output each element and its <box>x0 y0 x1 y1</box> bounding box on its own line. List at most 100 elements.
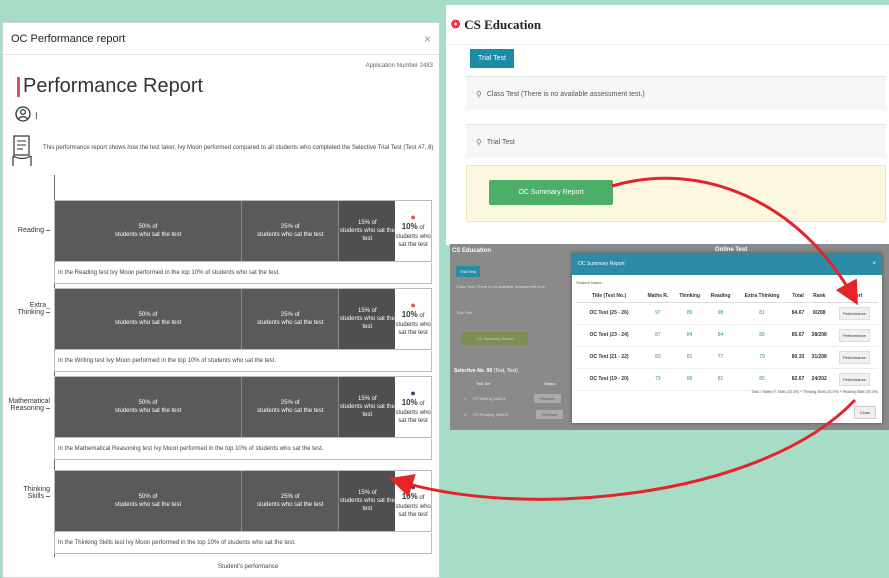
cell-rank: 24/202 <box>807 368 831 391</box>
bg-selective-no: Selective No. 08 (Test, Test) <box>454 368 518 374</box>
close-button[interactable]: Close <box>853 406 876 419</box>
table-row: OC Test (23 - 24) 87 84 84 89 85.67 38/2… <box>576 324 878 347</box>
segment-10-marked: ● 10% of students who sat the test <box>395 201 431 261</box>
segment-15: 15% of students who sat the test <box>339 289 396 349</box>
segment-25: 25% of students who sat the test <box>242 289 340 349</box>
document-icon <box>11 134 33 168</box>
user-name: I <box>35 111 38 122</box>
cell-title: OC Test (19 - 20) <box>576 368 642 391</box>
bg-trial-test: Trial Test <box>456 310 473 315</box>
oc-summary-modal: OC Summary Report × Student Name : Title… <box>572 253 882 423</box>
search-icon: ⚲ <box>476 89 482 99</box>
cell-title: OC Test (25 - 26) <box>576 302 642 325</box>
segment-25: 25% of students who sat the test <box>242 377 340 437</box>
trial-test-label: Trial Test <box>486 138 515 146</box>
close-icon[interactable]: × <box>424 32 431 46</box>
cell-reading[interactable]: 77 <box>705 346 736 369</box>
subject-label-math-reasoning: Mathematical Reasoning <box>8 398 50 412</box>
cell-reading[interactable]: 98 <box>705 302 736 325</box>
oc-summary-report-button[interactable]: OC Summary Report <box>489 180 613 205</box>
col-total: Total <box>788 290 808 303</box>
bg-summary-button: OC Summary Report <box>462 332 528 345</box>
performance-button[interactable]: Performance <box>838 306 870 320</box>
bg-brand: CS Education <box>452 248 492 254</box>
cell-extra-thinking[interactable]: 79 <box>735 346 789 369</box>
cell-maths[interactable]: 87 <box>642 324 674 347</box>
bg-row: 2 OT Reading Skills 8 Finished <box>464 410 564 419</box>
location-pin-icon: ● <box>410 482 416 492</box>
window-title: OC Performance report <box>11 32 126 45</box>
cell-maths[interactable]: 79 <box>642 368 674 391</box>
band-note: In the Mathematical Reasoning test Ivy M… <box>54 439 432 460</box>
bg-tab-trial-test: Trial Test <box>456 266 481 277</box>
user-row: I <box>15 106 38 127</box>
cell-thinking[interactable]: 80 <box>673 368 706 391</box>
band-thinking-skills: 50% of students who sat the test 25% of st… <box>54 470 432 532</box>
title-accent-bar <box>17 76 20 97</box>
segment-50: 50% of students who sat the test <box>55 471 242 531</box>
logo-icon: ❂ <box>451 19 461 31</box>
application-number: Application Number 2483 <box>365 63 433 69</box>
cell-maths[interactable]: 83 <box>642 346 674 369</box>
performance-button[interactable]: Performance <box>838 372 870 386</box>
modal-header: OC Summary Report × <box>572 253 882 275</box>
segment-25: 25% of students who sat the test <box>242 201 340 261</box>
band-reading: 50% of students who sat the test 25% of st… <box>54 200 432 262</box>
cell-total: 82.67 <box>788 368 808 391</box>
band-extra-thinking: 50% of students who sat the test 25% of st… <box>54 288 432 350</box>
close-icon[interactable]: × <box>872 261 876 267</box>
chart-caption: Student's performance <box>218 564 279 570</box>
band-math-reasoning: 50% of students who sat the test 25% of st… <box>54 376 432 438</box>
search-icon: ⚲ <box>476 137 482 147</box>
cell-total: 85.67 <box>788 324 808 347</box>
summary-modal-window: CS Education Online Test Trial Test Clas… <box>450 244 889 430</box>
user-icon <box>15 106 31 127</box>
cell-thinking[interactable]: 81 <box>673 346 706 369</box>
tab-trial-test[interactable]: Trial Test <box>470 49 515 68</box>
cell-reading[interactable]: 84 <box>705 324 736 347</box>
cell-report: Performance <box>830 324 878 347</box>
table-header-row: Title (Test No.) Maths R. Thinking Readi… <box>576 290 878 303</box>
performance-button[interactable]: Performance <box>838 350 870 364</box>
performance-button[interactable]: Performance <box>838 328 870 342</box>
segment-25: 25% of students who sat the test <box>242 471 340 531</box>
subject-label-extra-thinking: Extra_ Thinking <box>17 302 50 316</box>
table-row: OC Test (25 - 26) 97 89 98 81 84.67 8/20… <box>576 302 878 325</box>
cell-extra-thinking[interactable]: 89 <box>735 324 789 347</box>
col-extra-thinking: Extra Thinking <box>735 290 789 303</box>
brand-name: CS Education <box>464 16 542 32</box>
total-footnote: Total = Maths R. Skills (33.3%) + Thinki… <box>751 390 878 394</box>
summary-panel: OC Summary Report <box>466 165 886 222</box>
cell-total: 84.67 <box>788 302 808 325</box>
report-title-text: Performance Report <box>23 75 204 97</box>
student-name-label: Student Name : <box>576 280 604 285</box>
location-pin-icon: ● <box>410 212 416 222</box>
band-note: In the Thinking Skills test Ivy Moon per… <box>54 533 432 554</box>
table-row: OC Test (19 - 20) 79 80 81 85 82.67 24/2… <box>576 368 878 391</box>
location-pin-icon: ● <box>410 300 416 310</box>
segment-10-marked: ● 10% of students who sat the test <box>395 377 431 437</box>
col-maths: Maths R. <box>642 290 674 303</box>
table-row: OC Test (21 - 22) 83 81 77 79 80.33 31/2… <box>576 346 878 369</box>
col-report: Report <box>830 290 878 303</box>
cell-rank: 8/208 <box>807 302 831 325</box>
trial-test-panel[interactable]: ⚲ Trial Test <box>466 124 886 158</box>
subject-bands: 50% of students who sat the test 25% of st… <box>54 175 434 565</box>
cell-report: Performance <box>830 302 878 325</box>
cell-report: Performance <box>830 368 878 391</box>
cell-rank: 38/208 <box>807 324 831 347</box>
modal-title: OC Summary Report <box>578 261 625 267</box>
app-header: ❂ CS Education <box>446 5 889 45</box>
cell-thinking[interactable]: 89 <box>673 302 706 325</box>
class-test-label: Class Test (There is no available assess… <box>486 90 645 98</box>
cell-reading[interactable]: 81 <box>705 368 736 391</box>
cell-extra-thinking[interactable]: 81 <box>735 302 789 325</box>
cell-extra-thinking[interactable]: 85 <box>735 368 789 391</box>
class-test-panel[interactable]: ⚲ Class Test (There is no available asses… <box>466 76 886 110</box>
intro-text: This performance report shows how the te… <box>43 145 434 151</box>
col-title: Title (Test No.) <box>576 290 642 303</box>
cell-maths[interactable]: 97 <box>642 302 674 325</box>
cell-thinking[interactable]: 84 <box>673 324 706 347</box>
segment-50: 50% of students who sat the test <box>55 289 242 349</box>
subject-label-reading: Reading <box>2 227 50 234</box>
